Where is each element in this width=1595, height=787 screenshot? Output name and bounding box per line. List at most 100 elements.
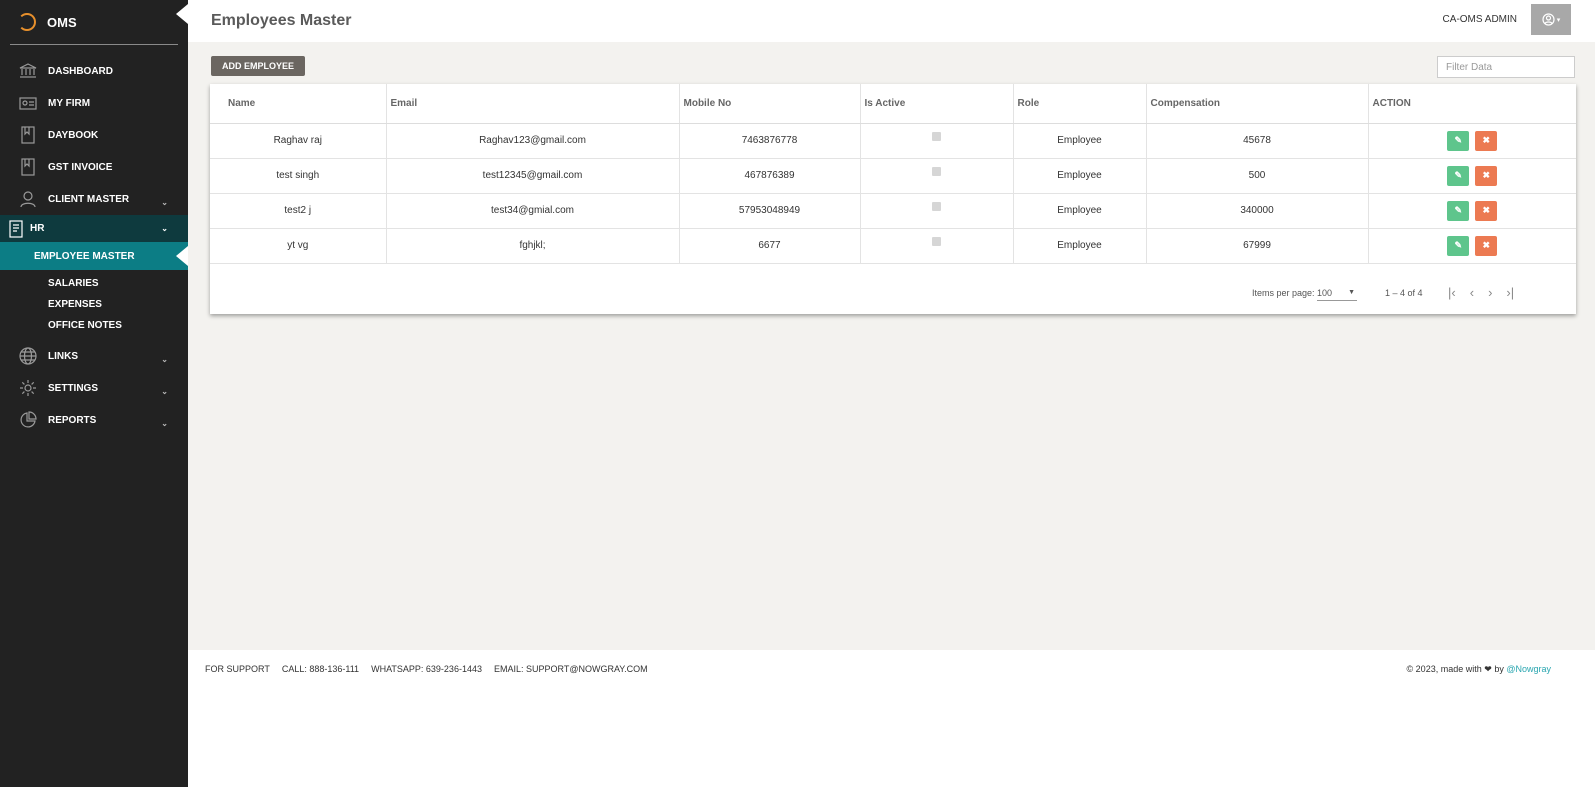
items-per-page-select[interactable]: 100 ▼ <box>1317 288 1357 301</box>
book-icon <box>18 157 38 177</box>
items-per-page-value: 100 <box>1317 288 1333 298</box>
nowgray-link[interactable]: @Nowgray <box>1506 664 1551 674</box>
table-header-row: Name Email Mobile No Is Active Role Comp… <box>210 84 1576 124</box>
page-range: 1 – 4 of 4 <box>1385 288 1423 298</box>
active-checkbox[interactable] <box>932 166 941 176</box>
close-icon: ✖ <box>1482 135 1491 145</box>
cell-email: Raghav123@gmail.com <box>386 123 680 159</box>
user-circle-icon <box>1542 13 1555 26</box>
globe-icon <box>18 346 38 366</box>
sidebar-item-label: DAYBOOK <box>48 129 99 141</box>
chevron-down-icon: ⌄ <box>161 355 168 364</box>
footer-email: EMAIL: SUPPORT@NOWGRAY.COM <box>493 664 648 674</box>
table-row: yt vg fghjkl; 6677 Employee 67999 ✎ ✖ <box>210 228 1576 264</box>
sidebar-item-my-firm[interactable]: MY FIRM <box>0 87 188 119</box>
edit-icon: ✎ <box>1454 170 1463 180</box>
sidebar-item-label: HR <box>30 223 45 234</box>
cell-role: Employee <box>1013 158 1147 194</box>
sidebar-item-settings[interactable]: SETTINGS ⌄ <box>0 372 188 404</box>
previous-page-button[interactable]: ‹ <box>1470 285 1474 300</box>
cell-mobile: 7463876778 <box>679 123 861 159</box>
close-icon: ✖ <box>1482 240 1491 250</box>
cell-name: test singh <box>210 158 387 194</box>
book-icon <box>18 125 38 145</box>
delete-button[interactable]: ✖ <box>1475 235 1498 256</box>
sidebar-item-label: MY FIRM <box>48 97 91 109</box>
cell-action: ✎ ✖ <box>1368 193 1576 229</box>
bank-icon <box>18 61 38 81</box>
header-mobile[interactable]: Mobile No <box>679 84 861 124</box>
cell-email: fghjkl; <box>386 228 680 264</box>
sidebar-item-label: EXPENSES <box>48 299 102 310</box>
delete-button[interactable]: ✖ <box>1475 165 1498 186</box>
sidebar-item-client-master[interactable]: CLIENT MASTER ⌄ <box>0 183 188 215</box>
footer: FOR SUPPORT CALL: 888-136-111 WHATSAPP: … <box>188 648 1595 690</box>
last-page-button[interactable]: ›| <box>1506 285 1514 300</box>
cell-is-active <box>860 193 1014 229</box>
header-email[interactable]: Email <box>386 84 680 124</box>
paginator: Items per page: 100 ▼ 1 – 4 of 4 |‹ ‹ › … <box>210 285 1576 305</box>
sidebar-item-gst-invoice[interactable]: GST INVOICE <box>0 151 188 183</box>
sidebar-item-label: CLIENT MASTER <box>48 193 130 205</box>
active-notch <box>176 246 188 266</box>
cell-mobile: 467876389 <box>679 158 861 194</box>
footer-copyright: © 2023, made with ❤ by @Nowgray <box>1407 664 1551 675</box>
edit-button[interactable]: ✎ <box>1447 200 1470 221</box>
sidebar-item-office-notes[interactable]: OFFICE NOTES <box>0 315 188 336</box>
edit-icon: ✎ <box>1454 240 1463 250</box>
sidebar-notch <box>176 4 188 24</box>
header-compensation[interactable]: Compensation <box>1146 84 1369 124</box>
sidebar-item-reports[interactable]: REPORTS ⌄ <box>0 404 188 436</box>
header-is-active[interactable]: Is Active <box>860 84 1014 124</box>
user-icon <box>18 189 38 209</box>
cell-email: test34@gmial.com <box>386 193 680 229</box>
first-page-button[interactable]: |‹ <box>1448 285 1456 300</box>
employees-table-card: Name Email Mobile No Is Active Role Comp… <box>210 84 1576 314</box>
oms-logo-icon <box>18 13 36 31</box>
brand[interactable]: OMS <box>0 0 188 44</box>
cell-compensation: 45678 <box>1146 123 1369 159</box>
sidebar-item-label: REPORTS <box>48 414 97 426</box>
edit-button[interactable]: ✎ <box>1447 235 1470 256</box>
active-checkbox[interactable] <box>932 201 941 211</box>
table-row: Raghav raj Raghav123@gmail.com 746387677… <box>210 123 1576 159</box>
content-area: ADD EMPLOYEE Name Email Mobile No Is Act… <box>188 42 1595 674</box>
footer-call: CALL: 888-136-111 <box>281 664 360 674</box>
cell-role: Employee <box>1013 193 1147 229</box>
sidebar-item-label: LINKS <box>48 350 78 362</box>
cell-mobile: 57953048949 <box>679 193 861 229</box>
next-page-button[interactable]: › <box>1488 285 1492 300</box>
edit-button[interactable]: ✎ <box>1447 130 1470 151</box>
chevron-down-icon: ⌄ <box>161 224 168 233</box>
cell-name: yt vg <box>210 228 387 264</box>
page-title: Employees Master <box>211 12 352 29</box>
sidebar-item-salaries[interactable]: SALARIES <box>0 273 188 294</box>
cell-name: Raghav raj <box>210 123 387 159</box>
delete-button[interactable]: ✖ <box>1475 130 1498 151</box>
cell-is-active <box>860 123 1014 159</box>
chevron-down-icon: ⌄ <box>161 419 168 428</box>
cell-action: ✎ ✖ <box>1368 123 1576 159</box>
add-employee-button[interactable]: ADD EMPLOYEE <box>211 56 305 76</box>
sidebar-item-hr[interactable]: HR ⌄ <box>0 215 188 242</box>
filter-input[interactable] <box>1437 56 1575 78</box>
sidebar-item-dashboard[interactable]: DASHBOARD <box>0 55 188 87</box>
document-icon <box>6 219 26 239</box>
close-icon: ✖ <box>1482 205 1491 215</box>
header-name[interactable]: Name <box>210 84 387 124</box>
delete-button[interactable]: ✖ <box>1475 200 1498 221</box>
copyright-text: © 2023, made with <box>1406 664 1482 674</box>
cell-role: Employee <box>1013 123 1147 159</box>
sidebar-item-daybook[interactable]: DAYBOOK <box>0 119 188 151</box>
sidebar-item-expenses[interactable]: EXPENSES <box>0 294 188 315</box>
sidebar-item-employee-master[interactable]: EMPLOYEE MASTER <box>0 242 188 270</box>
active-checkbox[interactable] <box>932 236 941 246</box>
edit-button[interactable]: ✎ <box>1447 165 1470 186</box>
sidebar-item-label: SALARIES <box>48 278 99 289</box>
user-menu-button[interactable]: ▾ <box>1531 4 1571 35</box>
header-role[interactable]: Role <box>1013 84 1147 124</box>
caret-down-icon: ▾ <box>1556 16 1561 24</box>
active-checkbox[interactable] <box>932 131 941 141</box>
sidebar-item-links[interactable]: LINKS ⌄ <box>0 340 188 372</box>
id-card-icon <box>18 93 38 113</box>
